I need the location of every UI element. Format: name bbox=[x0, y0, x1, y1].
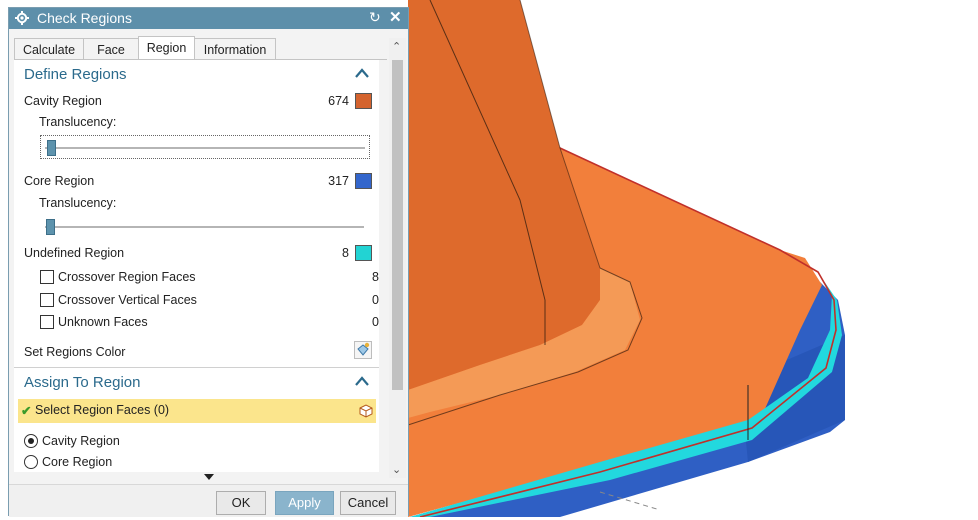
set-regions-color-label: Set Regions Color bbox=[24, 345, 126, 359]
unknown-faces-checkbox[interactable] bbox=[40, 315, 54, 329]
face-select-icon[interactable] bbox=[357, 402, 374, 419]
crossover-region-faces-label: Crossover Region Faces bbox=[58, 270, 196, 284]
scroll-up-icon[interactable]: ⌃ bbox=[392, 40, 401, 53]
cavity-translucency-slider[interactable] bbox=[40, 135, 370, 159]
more-down-icon[interactable] bbox=[204, 474, 214, 480]
dialog-scrollbar[interactable]: ⌃ ⌄ bbox=[389, 38, 406, 478]
scroll-down-icon[interactable]: ⌄ bbox=[392, 463, 401, 476]
check-regions-dialog: Check Regions ↻ ✕ Calculate Face Region … bbox=[8, 7, 409, 517]
set-regions-color-row: Set Regions Color bbox=[14, 341, 379, 363]
cavity-region-option[interactable]: Cavity Region bbox=[14, 432, 379, 452]
undefined-region-row: Undefined Region 8 bbox=[14, 244, 379, 264]
cavity-color-swatch[interactable] bbox=[355, 93, 372, 109]
core-translucency-label: Translucency: bbox=[39, 196, 117, 210]
dialog-titlebar[interactable]: Check Regions ↻ ✕ bbox=[9, 8, 408, 29]
dialog-button-bar: OK Apply Cancel bbox=[9, 484, 408, 517]
crossover-vertical-faces-checkbox[interactable] bbox=[40, 293, 54, 307]
select-region-faces-row[interactable]: ✔ Select Region Faces (0) bbox=[18, 399, 376, 423]
crossover-region-faces-count: 8 bbox=[372, 270, 379, 284]
core-translucency-slider[interactable] bbox=[41, 215, 368, 239]
tab-face[interactable]: Face bbox=[83, 38, 139, 60]
slider-thumb[interactable] bbox=[47, 140, 56, 156]
chevron-up-icon[interactable] bbox=[355, 68, 369, 78]
tab-region[interactable]: Region bbox=[138, 36, 195, 61]
cancel-button[interactable]: Cancel bbox=[340, 491, 396, 515]
scrollbar-thumb[interactable] bbox=[392, 60, 403, 390]
define-regions-title: Define Regions bbox=[24, 66, 127, 83]
dialog-content: Define Regions Cavity Region 674 Translu… bbox=[14, 60, 379, 472]
reset-icon[interactable]: ↻ bbox=[369, 9, 381, 26]
core-region-option-label: Core Region bbox=[42, 455, 113, 469]
apply-button[interactable]: Apply bbox=[275, 491, 334, 515]
paint-bucket-icon[interactable] bbox=[354, 341, 372, 359]
dialog-title: Check Regions bbox=[37, 10, 132, 26]
core-color-swatch[interactable] bbox=[355, 173, 372, 189]
crossover-vertical-faces-count: 0 bbox=[372, 293, 379, 307]
close-icon[interactable]: ✕ bbox=[389, 8, 402, 26]
ok-button[interactable]: OK bbox=[216, 491, 266, 515]
assign-region-title: Assign To Region bbox=[24, 374, 141, 391]
cavity-region-label: Cavity Region bbox=[24, 94, 102, 108]
unknown-faces-count: 0 bbox=[372, 315, 379, 329]
crossover-region-faces-checkbox[interactable] bbox=[40, 270, 54, 284]
cavity-region-count: 674 bbox=[328, 94, 349, 108]
crossover-vertical-faces-label: Crossover Vertical Faces bbox=[58, 293, 197, 307]
select-region-faces-label: Select Region Faces (0) bbox=[35, 403, 170, 417]
undefined-color-swatch[interactable] bbox=[355, 245, 372, 261]
crossover-region-faces-row: Crossover Region Faces 8 bbox=[14, 268, 379, 288]
core-region-label: Core Region bbox=[24, 174, 95, 188]
gear-icon bbox=[15, 11, 29, 25]
define-regions-header[interactable]: Define Regions bbox=[14, 64, 379, 88]
tab-bar: Calculate Face Region Information bbox=[14, 36, 394, 61]
cavity-translucency-row: Translucency: bbox=[14, 113, 379, 133]
chevron-up-icon[interactable] bbox=[355, 376, 369, 386]
tab-information[interactable]: Information bbox=[194, 38, 276, 60]
core-region-radio[interactable] bbox=[24, 455, 38, 469]
core-translucency-row: Translucency: bbox=[14, 194, 379, 214]
core-region-count: 317 bbox=[328, 174, 349, 188]
cavity-translucency-label: Translucency: bbox=[39, 115, 117, 129]
undefined-region-label: Undefined Region bbox=[24, 246, 125, 260]
undefined-region-count: 8 bbox=[342, 246, 349, 260]
cavity-region-row: Cavity Region 674 bbox=[14, 92, 379, 112]
cavity-region-radio[interactable] bbox=[24, 434, 38, 448]
unknown-faces-label: Unknown Faces bbox=[58, 315, 148, 329]
tab-calculate[interactable]: Calculate bbox=[14, 38, 84, 60]
section-divider bbox=[14, 367, 379, 368]
assign-region-header[interactable]: Assign To Region bbox=[14, 372, 379, 396]
core-region-option[interactable]: Core Region bbox=[14, 453, 379, 472]
slider-thumb[interactable] bbox=[46, 219, 55, 235]
crossover-vertical-faces-row: Crossover Vertical Faces 0 bbox=[14, 291, 379, 311]
slider-track bbox=[45, 226, 364, 228]
cavity-region-option-label: Cavity Region bbox=[42, 434, 120, 448]
unknown-faces-row: Unknown Faces 0 bbox=[14, 313, 379, 333]
checkmark-icon: ✔ bbox=[21, 404, 32, 418]
slider-track bbox=[45, 147, 365, 149]
core-region-row: Core Region 317 bbox=[14, 172, 379, 192]
